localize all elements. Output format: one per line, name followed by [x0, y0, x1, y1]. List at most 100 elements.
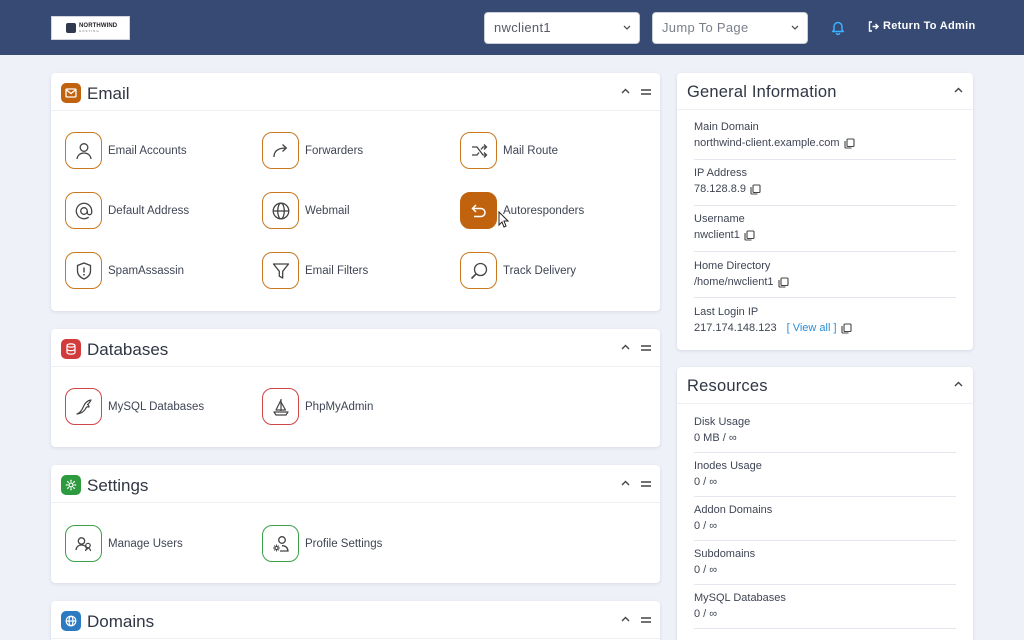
inodes-usage-label: Inodes Usage: [694, 460, 762, 472]
email-filters-label: Email Filters: [305, 264, 369, 277]
disk-usage-value: 0 MB / ∞: [694, 432, 737, 444]
main-domain-field: Main Domain northwind-client.example.com: [694, 119, 956, 151]
domains-section-title: Domains: [87, 612, 155, 631]
email-accounts-label: Email Accounts: [108, 144, 187, 157]
spamassassin-tool[interactable]: SpamAssassin: [65, 252, 184, 289]
drag-handle-icon[interactable]: [641, 617, 651, 623]
divider: [694, 297, 956, 298]
collapse-chevron-icon[interactable]: [954, 87, 963, 93]
return-to-admin-link[interactable]: Return To Admin: [868, 20, 976, 32]
drag-handle-icon[interactable]: [641, 345, 651, 351]
divider: [694, 452, 956, 453]
track-delivery-tool[interactable]: Track Delivery: [460, 252, 576, 289]
phpmyadmin-tool[interactable]: PhpMyAdmin: [262, 388, 373, 425]
email-section-header: Email: [51, 73, 660, 111]
resources-header: Resources: [677, 367, 973, 404]
main-domain-value: northwind-client.example.com: [694, 137, 840, 149]
users-icon: [65, 525, 102, 562]
logo-subtitle: HOSTING: [79, 29, 100, 33]
route-icon: [460, 132, 497, 169]
copy-icon[interactable]: [744, 229, 755, 241]
email-accounts-tool[interactable]: Email Accounts: [65, 132, 187, 169]
mysql-databases-usage-value: 0 / ∞: [694, 608, 718, 620]
domains-section: Domains: [51, 601, 660, 640]
magnifier-icon: [460, 252, 497, 289]
copy-icon[interactable]: [843, 137, 855, 149]
chevron-down-icon: [791, 25, 799, 31]
mail-route-tool[interactable]: Mail Route: [460, 132, 558, 169]
webmail-label: Webmail: [305, 204, 350, 217]
spamassassin-label: SpamAssassin: [108, 264, 185, 277]
top-navigation-bar: NORTHWIND HOSTING nwclient1 Jump To Page…: [0, 0, 1024, 55]
phpmyadmin-label: PhpMyAdmin: [305, 400, 374, 413]
user-icon: [65, 132, 102, 169]
last-login-ip-label: Last Login IP: [694, 306, 759, 318]
username-field: Username nwclient1: [694, 211, 956, 243]
globe-icon: [61, 611, 81, 631]
disk-usage-label: Disk Usage: [694, 416, 751, 428]
divider: [694, 159, 956, 160]
divider: [694, 540, 956, 541]
manage-users-tool[interactable]: Manage Users: [65, 525, 183, 562]
divider: [694, 584, 956, 585]
email-filters-tool[interactable]: Email Filters: [262, 252, 368, 289]
webmail-tool[interactable]: Webmail: [262, 192, 350, 229]
return-to-admin-label: Return To Admin: [883, 20, 976, 32]
copy-icon[interactable]: [750, 183, 761, 195]
settings-section-title: Settings: [87, 476, 149, 495]
chevron-down-icon: [623, 25, 631, 31]
logo-mark-icon: [66, 23, 76, 33]
forwarders-tool[interactable]: Forwarders: [262, 132, 363, 169]
jump-to-page-select[interactable]: Jump To Page: [652, 12, 808, 44]
collapse-chevron-icon[interactable]: [621, 88, 630, 94]
home-directory-field: Home Directory /home/nwclient1: [694, 258, 956, 290]
collapse-chevron-icon[interactable]: [621, 616, 630, 622]
general-information-header: General Information: [677, 73, 973, 110]
profile-settings-label: Profile Settings: [305, 537, 383, 550]
last-login-ip-value: 217.174.148.123: [694, 322, 777, 334]
account-select-value: nwclient1: [494, 20, 551, 35]
view-all-link[interactable]: [ View all ]: [787, 320, 837, 336]
divider: [694, 628, 956, 629]
mysql-databases-item: MySQL Databases 0 / ∞: [694, 590, 956, 622]
drag-handle-icon[interactable]: [641, 89, 651, 95]
copy-icon[interactable]: [840, 322, 852, 334]
at-sign-icon: [65, 192, 102, 229]
logout-icon: [868, 20, 879, 32]
collapse-chevron-icon[interactable]: [621, 480, 630, 486]
bell-icon[interactable]: [831, 20, 845, 35]
brand-logo[interactable]: NORTHWIND HOSTING: [51, 16, 130, 40]
account-select[interactable]: nwclient1: [484, 12, 640, 44]
resources-title: Resources: [687, 377, 768, 395]
general-information-title: General Information: [687, 83, 837, 101]
subdomains-value: 0 / ∞: [694, 564, 718, 576]
funnel-icon: [262, 252, 299, 289]
subdomains-item: Subdomains 0 / ∞: [694, 546, 956, 578]
default-address-tool[interactable]: Default Address: [65, 192, 189, 229]
profile-settings-tool[interactable]: Profile Settings: [262, 525, 382, 562]
collapse-chevron-icon[interactable]: [621, 344, 630, 350]
collapse-chevron-icon[interactable]: [954, 381, 963, 387]
ip-address-label: IP Address: [694, 167, 747, 179]
track-delivery-label: Track Delivery: [503, 264, 577, 277]
drag-handle-icon[interactable]: [641, 481, 651, 487]
last-login-ip-field: Last Login IP 217.174.148.123 [ View all…: [694, 304, 956, 336]
jump-to-page-placeholder: Jump To Page: [662, 20, 749, 35]
manage-users-label: Manage Users: [108, 537, 183, 550]
subdomains-label: Subdomains: [694, 548, 756, 560]
autoresponders-tool[interactable]: Autoresponders: [460, 192, 584, 229]
divider: [694, 251, 956, 252]
gear-icon: [61, 475, 81, 495]
dolphin-icon: [65, 388, 102, 425]
username-value: nwclient1: [694, 229, 740, 241]
mysql-databases-label: MySQL Databases: [108, 400, 205, 413]
mouse-cursor-icon: [498, 211, 509, 228]
home-directory-label: Home Directory: [694, 260, 771, 272]
shield-alert-icon: [65, 252, 102, 289]
domains-section-header: Domains: [51, 601, 660, 639]
reply-icon: [460, 192, 497, 229]
copy-icon[interactable]: [777, 276, 789, 288]
forward-arrow-icon: [262, 132, 299, 169]
mysql-databases-usage-label: MySQL Databases: [694, 592, 786, 604]
mysql-databases-tool[interactable]: MySQL Databases: [65, 388, 204, 425]
